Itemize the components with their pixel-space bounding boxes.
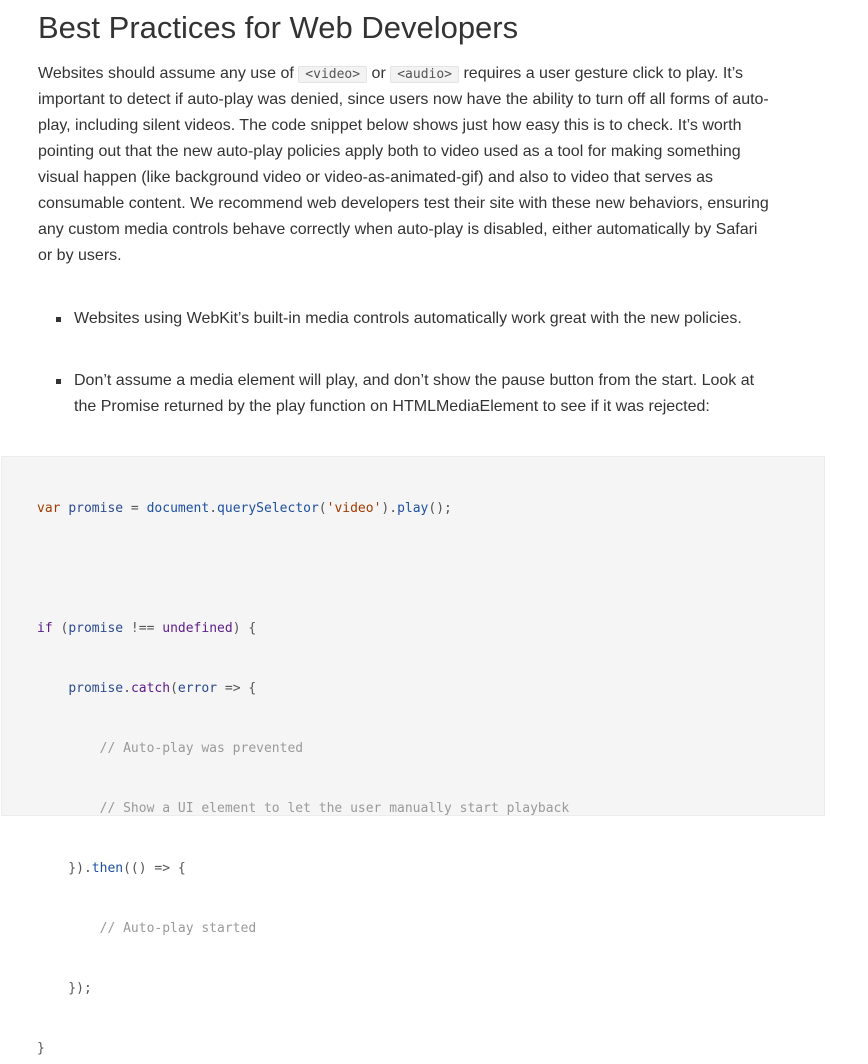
code-line: } <box>37 1041 45 1056</box>
list-item-line: the Promise returned by the play functio… <box>74 398 710 415</box>
intro-line: visual happen (like background video or … <box>38 169 714 186</box>
code-line: if (promise !== undefined) { <box>37 621 257 636</box>
intro-text: or <box>367 65 391 82</box>
inline-code-video: <video> <box>298 66 368 83</box>
list-item-text: Websites using WebKit’s built-in media c… <box>74 306 814 332</box>
page-title: Best Practices for Web Developers <box>38 10 519 45</box>
intro-line: Websites should assume any use of <video… <box>38 61 806 87</box>
list-item-text: Don’t assume a media element will play, … <box>74 368 814 420</box>
intro-line: consumable content. We recommend web dev… <box>38 195 769 212</box>
square-bullet-icon <box>56 379 61 384</box>
list-item-line: Don’t assume a media element will play, … <box>74 372 755 389</box>
code-line: }); <box>37 981 92 996</box>
code-line: var promise = document.querySelector('vi… <box>37 501 452 516</box>
code-comment: // Auto-play started <box>37 921 257 936</box>
inline-code-audio: <audio> <box>390 66 460 83</box>
code-snippet: var promise = document.querySelector('vi… <box>37 494 569 1064</box>
code-line: promise.catch(error => { <box>68 681 257 696</box>
list-item-line: Websites using WebKit’s built-in media c… <box>74 310 742 327</box>
intro-line: important to detect if auto-play was den… <box>38 91 769 108</box>
square-bullet-icon <box>56 317 61 322</box>
intro-text: Websites should assume any use of <box>38 65 299 82</box>
intro-line: any custom media controls behave correct… <box>38 221 758 238</box>
code-comment: // Auto-play was prevented <box>37 741 304 756</box>
intro-line: play, including silent videos. The code … <box>38 117 742 134</box>
intro-paragraph: Websites should assume any use of <video… <box>38 61 806 269</box>
intro-line: pointing out that the new auto-play poli… <box>38 143 741 160</box>
code-comment: // Show a UI element to let the user man… <box>37 801 570 816</box>
intro-text: requires a user gesture click to play. I… <box>459 65 743 82</box>
intro-line: or by users. <box>38 247 122 264</box>
code-line: }).then(() => { <box>37 861 186 876</box>
